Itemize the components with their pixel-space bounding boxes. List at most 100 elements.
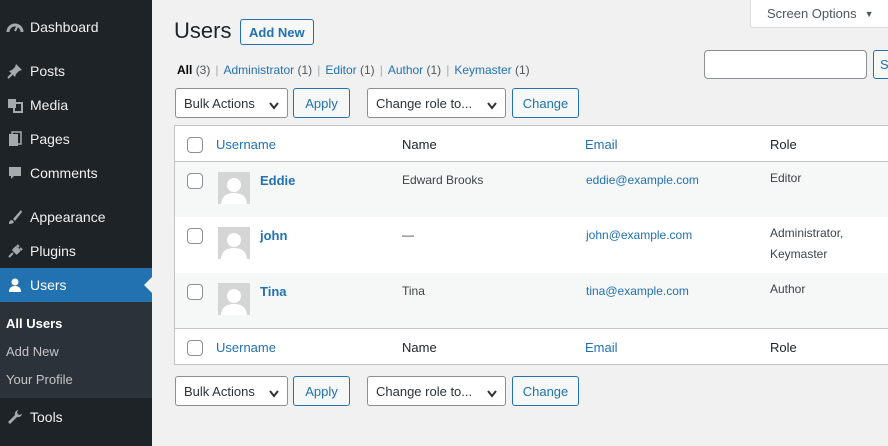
column-name-footer: Name [402, 340, 437, 355]
screen-options-label: Screen Options [767, 6, 857, 21]
screen-options-tab[interactable]: Screen Options ▼ [750, 0, 888, 28]
sidebar-item-media[interactable]: Media [0, 88, 152, 122]
caret-down-icon: ▼ [864, 8, 874, 19]
users-submenu: All Users Add New Your Profile [0, 302, 152, 398]
user-name: — [402, 228, 414, 242]
submenu-all-users[interactable]: All Users [6, 316, 62, 331]
column-email-header[interactable]: Email [585, 137, 618, 152]
row-checkbox[interactable] [187, 173, 203, 189]
add-new-button[interactable]: Add New [240, 19, 314, 45]
table-row: john — john@example.com Administrator, K… [175, 217, 888, 273]
select-value: Bulk Actions [184, 95, 255, 111]
bulk-actions-select-top[interactable]: Bulk Actions [175, 88, 288, 118]
avatar [218, 283, 250, 315]
column-username-header[interactable]: Username [216, 137, 276, 152]
submenu-add-new[interactable]: Add New [6, 344, 59, 359]
users-table: Username Name Email Role Eddie Edward Br… [174, 125, 888, 365]
bulk-actions-select-bottom[interactable]: Bulk Actions [175, 376, 288, 406]
user-email-link[interactable]: eddie@example.com [586, 173, 699, 187]
pushpin-icon [0, 63, 30, 79]
sidebar-item-label: Dashboard [30, 19, 99, 35]
filter-label: Editor [325, 63, 357, 77]
sidebar-item-label: Pages [30, 131, 70, 147]
table-header: Username Name Email Role [175, 126, 888, 162]
sidebar-item-label: Media [30, 97, 69, 113]
sidebar-item-appearance[interactable]: Appearance [0, 200, 152, 234]
username-link[interactable]: Eddie [260, 173, 295, 188]
chevron-down-icon [269, 98, 279, 113]
comment-icon [0, 165, 30, 181]
sidebar-item-label: Plugins [30, 243, 76, 259]
column-email-footer[interactable]: Email [585, 340, 618, 355]
sidebar-item-label: Appearance [30, 209, 106, 225]
change-role-button-bottom[interactable]: Change [512, 376, 579, 406]
filter-all[interactable]: All (3) [177, 63, 210, 77]
role-line: Author [770, 282, 806, 296]
select-value: Change role to... [376, 95, 473, 111]
role-line: Administrator, [770, 226, 844, 240]
change-role-button-top[interactable]: Change [512, 88, 579, 118]
select-all-checkbox[interactable] [187, 137, 203, 153]
user-role: Editor [770, 168, 801, 189]
sidebar-item-label: Comments [30, 165, 98, 181]
select-all-checkbox[interactable] [187, 340, 203, 356]
dashboard-icon [0, 20, 30, 34]
media-icon [0, 97, 30, 113]
search-users-button[interactable]: S [873, 50, 888, 79]
change-role-select-bottom[interactable]: Change role to... [367, 376, 506, 406]
column-role-footer: Role [770, 340, 797, 355]
role-line: Editor [770, 171, 802, 185]
column-username-footer[interactable]: Username [216, 340, 276, 355]
separator: | [317, 63, 321, 77]
table-footer: Username Name Email Role [175, 328, 888, 364]
user-email-link[interactable]: tina@example.com [586, 284, 689, 298]
column-role-header: Role [770, 137, 797, 152]
separator: | [215, 63, 219, 77]
sidebar-item-dashboard[interactable]: Dashboard [0, 10, 152, 44]
change-role-select-top[interactable]: Change role to... [367, 88, 506, 118]
separator: | [446, 63, 450, 77]
wrench-icon [0, 409, 30, 425]
user-email-link[interactable]: john@example.com [586, 228, 692, 242]
filter-count: (1) [360, 63, 375, 77]
apply-button-bottom[interactable]: Apply [293, 376, 350, 406]
sidebar-item-posts[interactable]: Posts [0, 54, 152, 88]
row-checkbox[interactable] [187, 228, 203, 244]
row-checkbox[interactable] [187, 284, 203, 300]
sidebar-item-comments[interactable]: Comments [0, 156, 152, 190]
sidebar-item-label: Posts [30, 63, 66, 79]
avatar [218, 227, 250, 259]
filter-label: Author [387, 63, 424, 77]
username-link[interactable]: john [260, 228, 287, 243]
role-filter-links: All (3) | Administrator (1) | Editor (1) | Aut… [177, 63, 530, 77]
user-role: Author [770, 279, 805, 300]
paintbrush-icon [0, 209, 30, 225]
username-link[interactable]: Tina [260, 284, 287, 299]
sidebar-item-pages[interactable]: Pages [0, 122, 152, 156]
plug-icon [0, 243, 30, 259]
submenu-your-profile[interactable]: Your Profile [6, 372, 73, 387]
search-users-input[interactable] [704, 50, 867, 79]
filter-keymaster[interactable]: Keymaster (1) [454, 63, 529, 77]
user-role: Administrator, Keymaster [770, 223, 843, 265]
sidebar-item-label: Tools [30, 409, 63, 425]
separator: | [379, 63, 383, 77]
apply-button-top[interactable]: Apply [293, 88, 350, 118]
sidebar-item-users[interactable]: Users [0, 268, 152, 302]
pages-icon [0, 131, 30, 147]
user-name: Tina [402, 284, 425, 298]
sidebar-item-tools[interactable]: Tools [0, 400, 152, 434]
column-name-header: Name [402, 137, 437, 152]
filter-author[interactable]: Author (1) [388, 63, 441, 77]
user-name: Edward Brooks [402, 173, 484, 187]
table-row: Tina Tina tina@example.com Author [175, 273, 888, 328]
filter-count: (1) [297, 63, 313, 77]
filter-editor[interactable]: Editor (1) [325, 63, 374, 77]
role-line: Keymaster [770, 247, 828, 261]
filter-administrator[interactable]: Administrator (1) [223, 63, 312, 77]
chevron-down-icon [269, 386, 279, 401]
table-row: Eddie Edward Brooks eddie@example.com Ed… [175, 162, 888, 217]
sidebar-item-plugins[interactable]: Plugins [0, 234, 152, 268]
filter-label: Keymaster [454, 63, 512, 77]
chevron-down-icon [487, 386, 497, 401]
